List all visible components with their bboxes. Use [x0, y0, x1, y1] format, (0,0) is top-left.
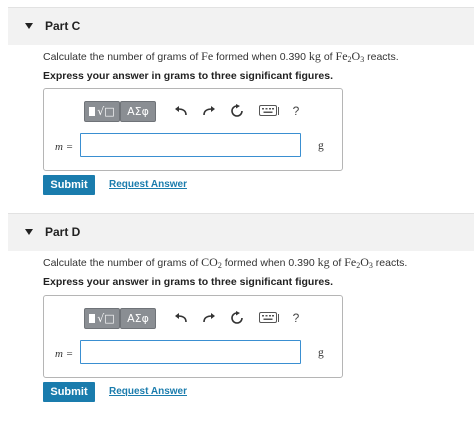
templates-button[interactable]: √□ [84, 308, 120, 329]
answer-input[interactable] [80, 133, 301, 157]
instruction-text: Express your answer in grams to three si… [43, 276, 334, 288]
part-title: Part C [45, 19, 81, 33]
question-text: Calculate the number of grams of Fe form… [43, 49, 399, 64]
part-c-header[interactable]: Part C [8, 7, 474, 45]
variable-label: m = [55, 348, 74, 360]
keyboard-icon[interactable] [258, 102, 282, 120]
request-answer-link[interactable]: Request Answer [109, 179, 187, 190]
keyboard-icon[interactable] [258, 309, 282, 327]
caret-down-icon[interactable] [25, 229, 33, 235]
undo-icon[interactable] [172, 102, 190, 120]
variable-label: m = [55, 141, 74, 153]
part-d-header[interactable]: Part D [8, 213, 474, 251]
unit-label: g [318, 140, 324, 152]
symbols-button[interactable]: ΑΣφ [120, 101, 156, 122]
undo-icon[interactable] [172, 309, 190, 327]
answer-input[interactable] [80, 340, 301, 364]
help-icon[interactable]: ? [287, 309, 305, 327]
request-answer-link[interactable]: Request Answer [109, 386, 187, 397]
part-title: Part D [45, 225, 81, 239]
question-text: Calculate the number of grams of CO2 for… [43, 255, 408, 270]
templates-icon [89, 107, 96, 116]
symbols-button[interactable]: ΑΣφ [120, 308, 156, 329]
answer-box: √□ ΑΣφ ? m = g [43, 88, 343, 171]
reset-icon[interactable] [228, 309, 246, 327]
redo-icon[interactable] [200, 309, 218, 327]
caret-down-icon[interactable] [25, 23, 33, 29]
submit-button[interactable]: Submit [43, 175, 95, 195]
templates-icon [89, 314, 96, 323]
submit-button[interactable]: Submit [43, 382, 95, 402]
unit-label: g [318, 347, 324, 359]
reset-icon[interactable] [228, 102, 246, 120]
redo-icon[interactable] [200, 102, 218, 120]
help-icon[interactable]: ? [287, 102, 305, 120]
answer-box: √□ ΑΣφ ? m = g [43, 295, 343, 378]
templates-button[interactable]: √□ [84, 101, 120, 122]
instruction-text: Express your answer in grams to three si… [43, 70, 334, 82]
